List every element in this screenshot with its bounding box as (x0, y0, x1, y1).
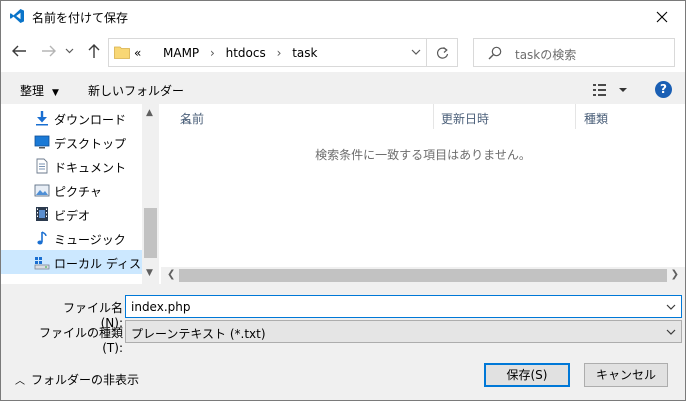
filetype-label: ファイルの種類(T): (38, 326, 123, 355)
chevron-down-icon[interactable] (665, 301, 677, 313)
empty-results-message: 検索条件に一致する項目はありません。 (315, 148, 531, 162)
breadcrumb-mamp[interactable]: MAMP (163, 46, 199, 60)
recent-locations-button[interactable] (63, 42, 75, 60)
sidebar-item-pictures[interactable]: ピクチャ (1, 178, 142, 202)
arrow-up-icon (88, 44, 100, 58)
sidebar-item-documents[interactable]: ドキュメント (1, 154, 142, 178)
sidebar-item-label: デスクトップ (54, 137, 127, 151)
vscode-app-icon (10, 9, 24, 23)
column-header-label: 種類 (584, 112, 609, 126)
save-as-dialog: 名前を付けて保存 « MAMP › htdocs › task taskの検索 … (0, 0, 686, 401)
caret-down-icon: ▼ (52, 88, 59, 98)
save-options-panel: ファイル名(N): index.php ファイルの種類(T): プレーンテキスト… (1, 284, 685, 400)
help-icon[interactable]: ? (655, 81, 672, 98)
breadcrumb-overflow[interactable]: « (134, 46, 141, 60)
cancel-button[interactable]: キャンセル (584, 363, 668, 387)
breadcrumb-htdocs[interactable]: htdocs (226, 46, 266, 60)
save-button[interactable]: 保存(S) (484, 363, 570, 387)
file-list: ︿ 名前 更新日時 種類 検索条件に一致する項目はありません。 ❮ ❯ (161, 104, 685, 284)
column-header-label: 名前 (180, 112, 205, 126)
close-icon (656, 11, 668, 22)
sidebar-item-label: ドキュメント (54, 161, 127, 175)
download-icon (36, 111, 48, 126)
hide-folders-label: フォルダーの非表示 (31, 373, 140, 387)
back-button[interactable] (10, 42, 28, 60)
search-icon (488, 46, 502, 60)
view-options-icon[interactable] (593, 82, 627, 98)
new-folder-button[interactable]: 新しいフォルダー (88, 82, 184, 99)
scrollbar-thumb[interactable] (179, 269, 667, 282)
video-icon (36, 207, 48, 221)
folder-icon (114, 46, 130, 59)
sidebar-item-label: ミュージック (54, 233, 126, 247)
breadcrumb: « MAMP › htdocs › task (134, 46, 317, 60)
search-input[interactable]: taskの検索 (515, 46, 576, 63)
document-icon (36, 158, 48, 174)
filename-field[interactable]: index.php (125, 295, 682, 318)
breadcrumb-separator-icon[interactable]: › (203, 46, 222, 60)
refresh-button[interactable] (427, 38, 458, 67)
breadcrumb-separator-icon[interactable]: › (270, 46, 289, 60)
arrow-left-icon (12, 45, 26, 57)
navigation-bar: « MAMP › htdocs › task taskの検索 (1, 32, 685, 72)
scrollbar-thumb[interactable] (144, 208, 157, 258)
chevron-down-icon (65, 48, 73, 54)
filetype-selected-value: プレーンテキスト (*.txt) (131, 327, 266, 341)
column-header-type[interactable]: 種類 (576, 104, 685, 129)
up-button[interactable] (85, 42, 103, 60)
picture-icon (34, 184, 50, 197)
column-header-date-modified[interactable]: 更新日時 (434, 104, 576, 129)
sidebar-item-label: ダウンロード (54, 113, 127, 127)
sidebar-item-label: ピクチャ (54, 185, 102, 199)
command-bar: 整理 ▼ 新しいフォルダー ? (1, 72, 685, 104)
breadcrumb-task[interactable]: task (292, 46, 317, 60)
forward-button[interactable] (40, 42, 58, 60)
address-dropdown-chevron-icon[interactable] (410, 46, 422, 58)
window-title: 名前を付けて保存 (32, 11, 129, 25)
sidebar-item-music[interactable]: ミュージック (1, 226, 142, 250)
organize-label: 整理 (20, 84, 45, 98)
column-header-label: 更新日時 (441, 112, 490, 126)
address-bar[interactable]: « MAMP › htdocs › task (108, 38, 427, 67)
hide-folders-toggle[interactable]: ︿ フォルダーの非表示 (15, 371, 139, 388)
close-button[interactable] (639, 1, 685, 32)
organize-menu-button[interactable]: 整理 ▼ (20, 82, 59, 99)
navigation-pane-scrollbar[interactable]: ▲ ▼ (142, 104, 159, 284)
filetype-select[interactable]: プレーンテキスト (*.txt) (125, 320, 682, 343)
scroll-left-icon[interactable]: ❮ (167, 269, 175, 280)
search-box[interactable]: taskの検索 (473, 38, 675, 67)
sidebar-item-downloads[interactable]: ダウンロード (1, 106, 142, 130)
refresh-icon (436, 46, 448, 59)
sidebar-item-label: ビデオ (54, 209, 91, 223)
sidebar-item-local-disk-c[interactable]: ローカル ディスク (C (1, 250, 159, 274)
column-headers: ︿ 名前 更新日時 種類 (161, 104, 685, 129)
scroll-right-icon[interactable]: ❯ (671, 269, 679, 280)
title-bar: 名前を付けて保存 (1, 1, 685, 32)
sidebar-item-desktop[interactable]: デスクトップ (1, 130, 142, 154)
navigation-pane: ダウンロード デスクトップ ドキュメント ピクチャ ビデオ ミュージック ローカ… (1, 104, 159, 284)
arrow-right-icon (42, 45, 56, 57)
sidebar-item-videos[interactable]: ビデオ (1, 202, 142, 226)
column-header-name[interactable]: ︿ 名前 (161, 104, 434, 129)
chevron-up-icon: ︿ (15, 376, 25, 387)
scroll-down-icon[interactable]: ▼ (146, 268, 153, 278)
filename-input[interactable]: index.php (131, 300, 190, 314)
scroll-up-icon[interactable]: ▲ (146, 108, 153, 118)
desktop-icon (34, 135, 50, 149)
horizontal-scrollbar[interactable]: ❮ ❯ (161, 267, 685, 284)
chevron-down-icon (666, 329, 676, 335)
music-icon (37, 231, 47, 245)
drive-icon (34, 257, 50, 270)
